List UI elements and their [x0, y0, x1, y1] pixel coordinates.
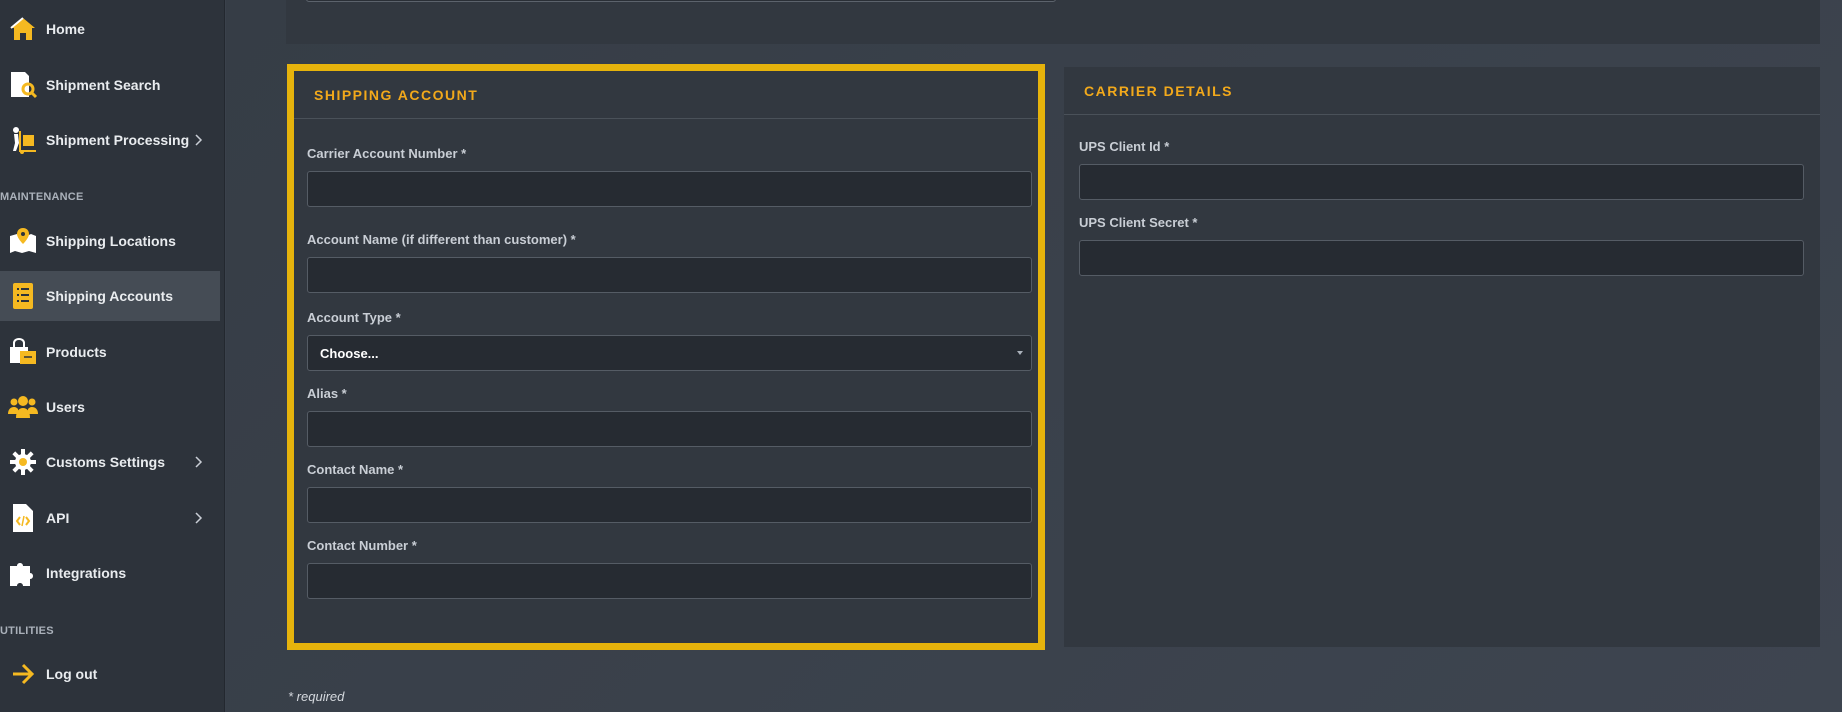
ups-client-id-label: UPS Client Id * — [1079, 139, 1170, 154]
carrier-details-card: CARRIER DETAILS UPS Client Id * UPS Clie… — [1064, 67, 1820, 647]
users-icon — [8, 392, 38, 422]
ups-client-id-input[interactable] — [1079, 164, 1804, 200]
shipping-account-title: SHIPPING ACCOUNT — [294, 71, 1038, 119]
sidebar-item-label: Log out — [46, 666, 98, 682]
contact-name-label: Contact Name * — [307, 462, 404, 477]
contact-name-input[interactable] — [307, 487, 1032, 523]
account-type-select[interactable]: Choose... — [307, 335, 1032, 371]
sidebar-item-shipping-locations[interactable]: Shipping Locations — [0, 216, 220, 266]
alias-label: Alias * — [307, 386, 347, 401]
sidebar-item-shipping-accounts[interactable]: Shipping Accounts — [0, 271, 220, 321]
alias-input[interactable] — [307, 411, 1032, 447]
contact-number-input[interactable] — [307, 563, 1032, 599]
map-pin-icon — [8, 226, 38, 256]
account-type-selected: Choose... — [320, 345, 379, 361]
top-input-field[interactable] — [306, 0, 1056, 2]
account-name-label: Account Name (if different than customer… — [307, 232, 576, 247]
top-panel — [286, 0, 1820, 44]
gear-icon — [8, 447, 38, 477]
sidebar-item-label: Shipping Locations — [46, 233, 176, 249]
shipping-account-card: SHIPPING ACCOUNT Carrier Account Number … — [287, 64, 1045, 650]
chevron-right-icon — [192, 511, 206, 525]
sidebar: Home Shipment Search Shipment Processing… — [0, 0, 225, 712]
carrier-details-title: CARRIER DETAILS — [1064, 67, 1820, 115]
section-label-utilities: UTILITIES — [0, 625, 54, 637]
home-icon — [8, 14, 38, 44]
sidebar-item-products[interactable]: Products — [0, 327, 220, 377]
sidebar-item-label: Shipment Search — [46, 77, 161, 93]
sidebar-item-label: Products — [46, 344, 107, 360]
puzzle-icon — [8, 558, 38, 588]
account-name-input[interactable] — [307, 257, 1032, 293]
sidebar-item-label: Shipping Accounts — [46, 288, 174, 304]
sidebar-item-users[interactable]: Users — [0, 382, 220, 432]
account-type-label: Account Type * — [307, 310, 401, 325]
required-note: * required — [288, 689, 345, 704]
carrier-account-number-input[interactable] — [307, 171, 1032, 207]
section-label-maintenance: MAINTENANCE — [0, 191, 84, 203]
dropdown-arrow-icon — [1017, 351, 1023, 355]
sidebar-item-integrations[interactable]: Integrations — [0, 548, 220, 598]
shopping-bag-icon — [8, 337, 38, 367]
sidebar-item-label: Users — [46, 399, 85, 415]
sidebar-item-api[interactable]: API — [0, 493, 220, 543]
chevron-right-icon — [192, 133, 206, 147]
sidebar-item-shipment-search[interactable]: Shipment Search — [0, 60, 220, 110]
sidebar-item-label: Customs Settings — [46, 454, 166, 470]
sidebar-item-label: Home — [46, 21, 85, 37]
sidebar-item-log-out[interactable]: Log out — [0, 649, 220, 699]
sidebar-item-home[interactable]: Home — [0, 4, 220, 54]
document-search-icon — [8, 70, 38, 100]
main-content: SHIPPING ACCOUNT Carrier Account Number … — [226, 0, 1842, 712]
sidebar-item-label: Shipment Processing — [46, 132, 190, 148]
ups-client-secret-label: UPS Client Secret * — [1079, 215, 1198, 230]
arrow-right-icon — [8, 659, 38, 689]
code-file-icon — [8, 503, 38, 533]
sidebar-item-shipment-processing[interactable]: Shipment Processing — [0, 115, 220, 165]
list-icon — [8, 281, 38, 311]
sidebar-item-label: Integrations — [46, 565, 127, 581]
carrier-account-number-label: Carrier Account Number * — [307, 146, 467, 161]
contact-number-label: Contact Number * — [307, 538, 417, 553]
dolly-icon — [8, 125, 38, 155]
chevron-right-icon — [192, 455, 206, 469]
sidebar-item-label: API — [46, 510, 70, 526]
sidebar-item-customs-settings[interactable]: Customs Settings — [0, 437, 220, 487]
ups-client-secret-input[interactable] — [1079, 240, 1804, 276]
